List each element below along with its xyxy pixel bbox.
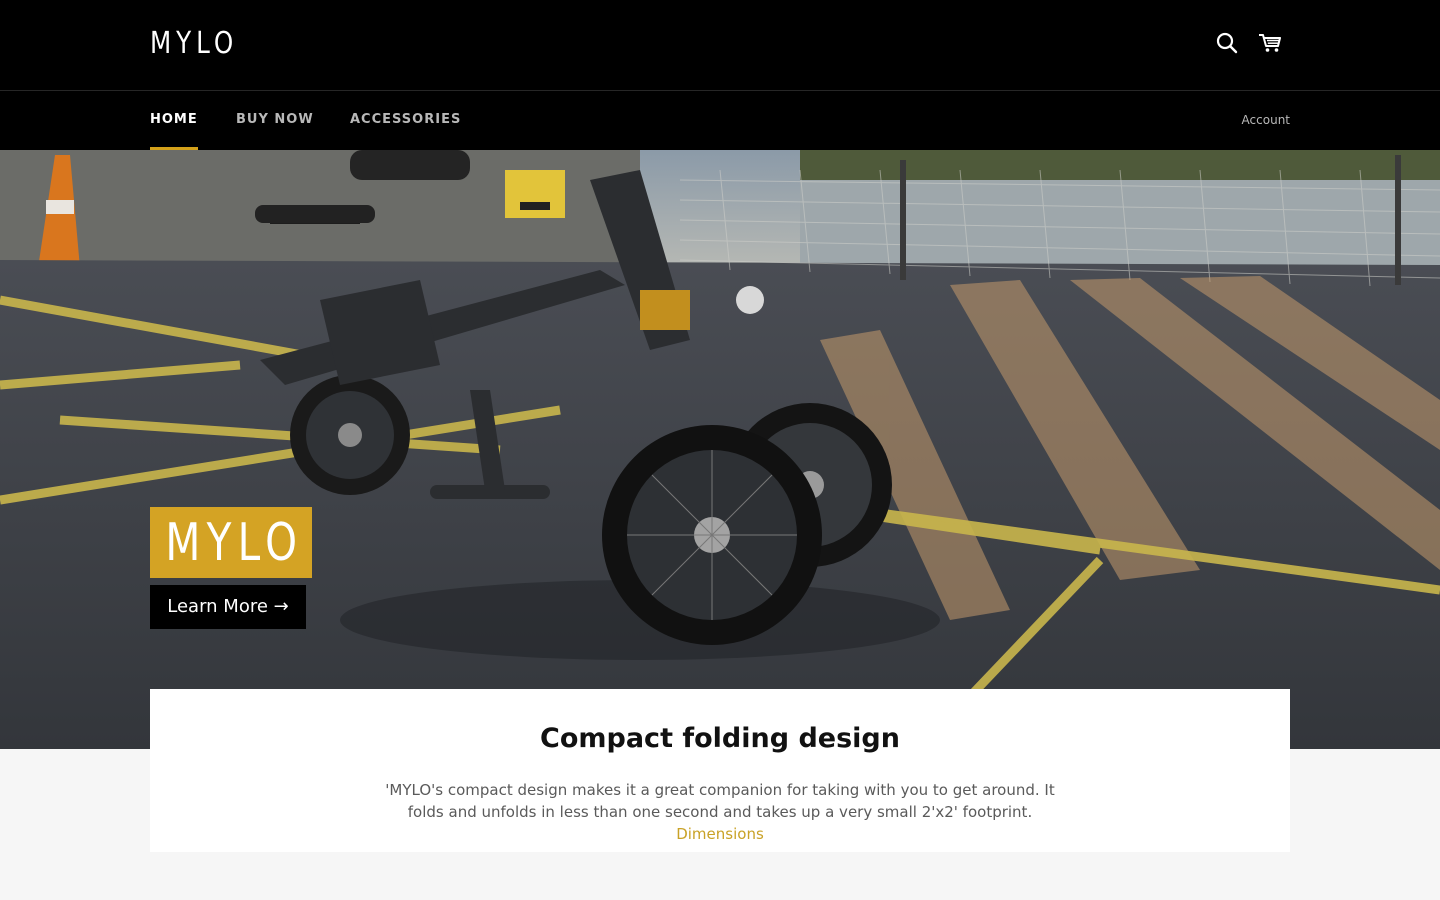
nav-accessories-label: ACCESSORIES bbox=[350, 112, 462, 127]
account-link[interactable]: Account bbox=[1242, 110, 1290, 130]
hero-photo bbox=[0, 150, 1440, 749]
hero-brand-badge: MYLO bbox=[150, 507, 312, 578]
nav-buy-now-label: BUY NOW bbox=[236, 112, 314, 127]
search-icon[interactable] bbox=[1214, 30, 1240, 56]
learn-more-button[interactable]: Learn More → bbox=[150, 585, 306, 629]
nav-accessories[interactable]: ACCESSORIES bbox=[350, 110, 461, 150]
hero-brand-text: MYLO bbox=[165, 512, 303, 573]
feature-description: 'MYLO's compact design makes it a great … bbox=[370, 779, 1070, 845]
dimensions-link[interactable]: Dimensions bbox=[676, 825, 764, 843]
hero-banner: MYLO Learn More → bbox=[0, 150, 1440, 749]
site-logo[interactable]: MYLO bbox=[150, 26, 238, 62]
nav-home-label: HOME bbox=[150, 112, 198, 127]
nav-home[interactable]: HOME bbox=[150, 110, 198, 150]
nav-buy-now[interactable]: BUY NOW bbox=[236, 110, 314, 150]
feature-title: Compact folding design bbox=[540, 723, 900, 754]
site-header: MYLO HOME BUY NOW ACCESSORIES Account bbox=[0, 0, 1440, 150]
feature-body-text: 'MYLO's compact design makes it a great … bbox=[385, 781, 1055, 821]
cart-icon[interactable] bbox=[1257, 30, 1283, 56]
header-divider bbox=[0, 90, 1440, 91]
feature-card: Compact folding design 'MYLO's compact d… bbox=[150, 689, 1290, 852]
